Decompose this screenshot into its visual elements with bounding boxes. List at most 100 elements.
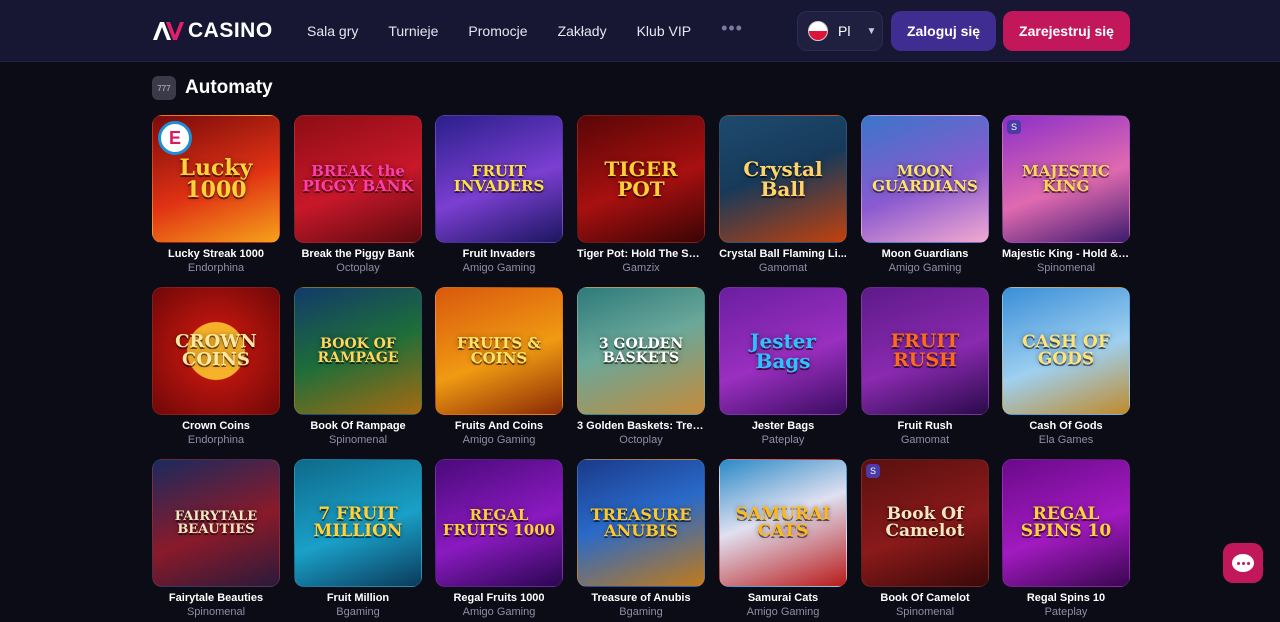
game-artwork-title: Book Of Camelot	[885, 504, 965, 541]
section-title: Automaty	[185, 77, 273, 98]
game-tile[interactable]: REGAL FRUITS 1000 Regal Fruits 1000 Amigo …	[435, 459, 563, 618]
language-selector[interactable]: Pl ▼	[797, 11, 883, 51]
game-name[interactable]: Majestic King - Hold & ...	[1002, 248, 1130, 260]
game-artwork-title: CASH OF GODS	[1022, 332, 1110, 369]
nav-item-zaklady[interactable]: Zakłady	[558, 23, 607, 39]
game-tile[interactable]: E Lucky 1000 Lucky Streak 1000 Endorphina	[152, 115, 280, 274]
game-tile[interactable]: S MAJESTIC KING Majestic King - Hold & ...…	[1002, 115, 1130, 274]
game-provider: Spinomenal	[328, 434, 388, 446]
game-thumbnail[interactable]: BOOK OF RAMPAGE	[294, 287, 422, 415]
game-name[interactable]: Cash Of Gods	[1002, 420, 1130, 432]
game-artwork-title: Jester Bags	[750, 329, 816, 373]
game-provider: Pateplay	[1044, 606, 1088, 618]
game-name[interactable]: Lucky Streak 1000	[152, 248, 280, 260]
game-tile[interactable]: FRUIT RUSH Fruit Rush Gamomat	[861, 287, 989, 446]
logo[interactable]: CASINO	[152, 18, 273, 44]
game-tile[interactable]: SAMURAI CATS Samurai Cats Amigo Gaming	[719, 459, 847, 618]
game-thumbnail[interactable]: TREASURE ANUBIS	[577, 459, 705, 587]
game-name[interactable]: Fruits And Coins	[435, 420, 563, 432]
game-thumbnail[interactable]: FRUITS & COINS	[435, 287, 563, 415]
game-tile[interactable]: TIGER POT Tiger Pot: Hold The Spin Gamzix	[577, 115, 705, 274]
game-name[interactable]: Tiger Pot: Hold The Spin	[577, 248, 705, 260]
game-thumbnail[interactable]: FAIRYTALE BEAUTIES	[152, 459, 280, 587]
game-tile[interactable]: MOON GUARDIANS Moon Guardians Amigo Gaming	[861, 115, 989, 274]
game-artwork-title: FAIRYTALE BEAUTIES	[174, 509, 258, 537]
game-name[interactable]: Regal Fruits 1000	[435, 592, 563, 604]
game-artwork-title: SAMURAI CATS	[735, 504, 831, 541]
game-thumbnail[interactable]: BREAK the PIGGY BANK	[294, 115, 422, 243]
game-artwork-title: TIGER POT	[604, 157, 678, 201]
game-tile[interactable]: Crystal Ball Crystal Ball Flaming Li... Ga…	[719, 115, 847, 274]
game-tile[interactable]: BREAK the PIGGY BANK Break the Piggy Bank…	[294, 115, 422, 274]
game-provider: Amigo Gaming	[746, 606, 820, 618]
game-name[interactable]: Samurai Cats	[719, 592, 847, 604]
game-tile[interactable]: FAIRYTALE BEAUTIES Fairytale Beauties Spin…	[152, 459, 280, 618]
game-provider: Amigo Gaming	[462, 606, 536, 618]
chevron-down-icon: ▼	[866, 25, 877, 37]
game-artwork-title: TREASURE ANUBIS	[590, 505, 692, 540]
game-artwork-title: REGAL FRUITS 1000	[442, 506, 556, 539]
game-thumbnail[interactable]: Jester Bags	[719, 287, 847, 415]
game-artwork-title: Crystal Ball	[743, 157, 823, 201]
game-name[interactable]: Jester Bags	[719, 420, 847, 432]
game-name[interactable]: Fruit Million	[294, 592, 422, 604]
game-name[interactable]: Treasure of Anubis	[577, 592, 705, 604]
more-menu-icon[interactable]: •••	[721, 18, 743, 39]
game-thumbnail[interactable]: S MAJESTIC KING	[1002, 115, 1130, 243]
game-tile[interactable]: 3 GOLDEN BASKETS 3 Golden Baskets: Trea..…	[577, 287, 705, 446]
game-provider: Bgaming	[336, 606, 380, 618]
nav-item-promocje[interactable]: Promocje	[468, 23, 527, 39]
game-artwork-title: BREAK the PIGGY BANK	[302, 162, 414, 195]
game-provider: Spinomenal	[186, 606, 246, 618]
game-thumbnail[interactable]: Crystal Ball	[719, 115, 847, 243]
game-thumbnail[interactable]: CASH OF GODS	[1002, 287, 1130, 415]
chat-button[interactable]	[1223, 543, 1263, 583]
game-thumbnail[interactable]: TIGER POT	[577, 115, 705, 243]
register-button[interactable]: Zarejestruj się	[1003, 11, 1130, 51]
game-thumbnail[interactable]: MOON GUARDIANS	[861, 115, 989, 243]
game-thumbnail[interactable]: E Lucky 1000	[152, 115, 280, 243]
game-name[interactable]: Moon Guardians	[861, 248, 989, 260]
game-thumbnail[interactable]: 3 GOLDEN BASKETS	[577, 287, 705, 415]
game-thumbnail[interactable]: 7 FRUIT MILLION	[294, 459, 422, 587]
game-tile[interactable]: S Book Of Camelot Book Of Camelot Spinomena…	[861, 459, 989, 618]
game-tile[interactable]: TREASURE ANUBIS Treasure of Anubis Bgaming	[577, 459, 705, 618]
game-provider: Bgaming	[619, 606, 663, 618]
game-artwork-title: 3 GOLDEN BASKETS	[598, 336, 684, 366]
game-artwork-title: MOON GUARDIANS	[872, 162, 978, 195]
game-name[interactable]: Regal Spins 10	[1002, 592, 1130, 604]
game-name[interactable]: Book Of Rampage	[294, 420, 422, 432]
game-tile[interactable]: 7 FRUIT MILLION Fruit Million Bgaming	[294, 459, 422, 618]
game-name[interactable]: Fruit Rush	[861, 420, 989, 432]
game-thumbnail[interactable]: REGAL SPINS 10	[1002, 459, 1130, 587]
game-name[interactable]: Crown Coins	[152, 420, 280, 432]
game-tile[interactable]: FRUITS & COINS Fruits And Coins Amigo Gami…	[435, 287, 563, 446]
game-thumbnail[interactable]: FRUIT RUSH	[861, 287, 989, 415]
game-thumbnail[interactable]: SAMURAI CATS	[719, 459, 847, 587]
game-name[interactable]: 3 Golden Baskets: Trea...	[577, 420, 705, 432]
nav-item-turnieje[interactable]: Turnieje	[388, 23, 438, 39]
game-thumbnail[interactable]: FRUIT INVADERS	[435, 115, 563, 243]
game-name[interactable]: Fruit Invaders	[435, 248, 563, 260]
game-thumbnail[interactable]: CROWN COINS	[152, 287, 280, 415]
game-tile[interactable]: CROWN COINS Crown Coins Endorphina	[152, 287, 280, 446]
game-artwork-title: FRUITS & COINS	[457, 334, 541, 367]
game-provider: Endorphina	[187, 434, 245, 446]
provider-badge-icon: S	[866, 464, 880, 478]
game-tile[interactable]: CASH OF GODS Cash Of Gods Ela Games	[1002, 287, 1130, 446]
game-name[interactable]: Book Of Camelot	[861, 592, 989, 604]
game-provider: Octoplay	[619, 434, 663, 446]
game-tile[interactable]: Jester Bags Jester Bags Pateplay	[719, 287, 847, 446]
game-name[interactable]: Fairytale Beauties	[152, 592, 280, 604]
nav-item-klub-vip[interactable]: Klub VIP	[637, 23, 691, 39]
nav-item-sala-gry[interactable]: Sala gry	[307, 23, 358, 39]
game-name[interactable]: Crystal Ball Flaming Li...	[719, 248, 847, 260]
game-tile[interactable]: REGAL SPINS 10 Regal Spins 10 Pateplay	[1002, 459, 1130, 618]
game-thumbnail[interactable]: S Book Of Camelot	[861, 459, 989, 587]
game-thumbnail[interactable]: REGAL FRUITS 1000	[435, 459, 563, 587]
game-name[interactable]: Break the Piggy Bank	[294, 248, 422, 260]
game-provider: Endorphina	[187, 262, 245, 274]
game-tile[interactable]: BOOK OF RAMPAGE Book Of Rampage Spinomenal	[294, 287, 422, 446]
login-button[interactable]: Zaloguj się	[891, 11, 996, 51]
game-tile[interactable]: FRUIT INVADERS Fruit Invaders Amigo Gaming	[435, 115, 563, 274]
